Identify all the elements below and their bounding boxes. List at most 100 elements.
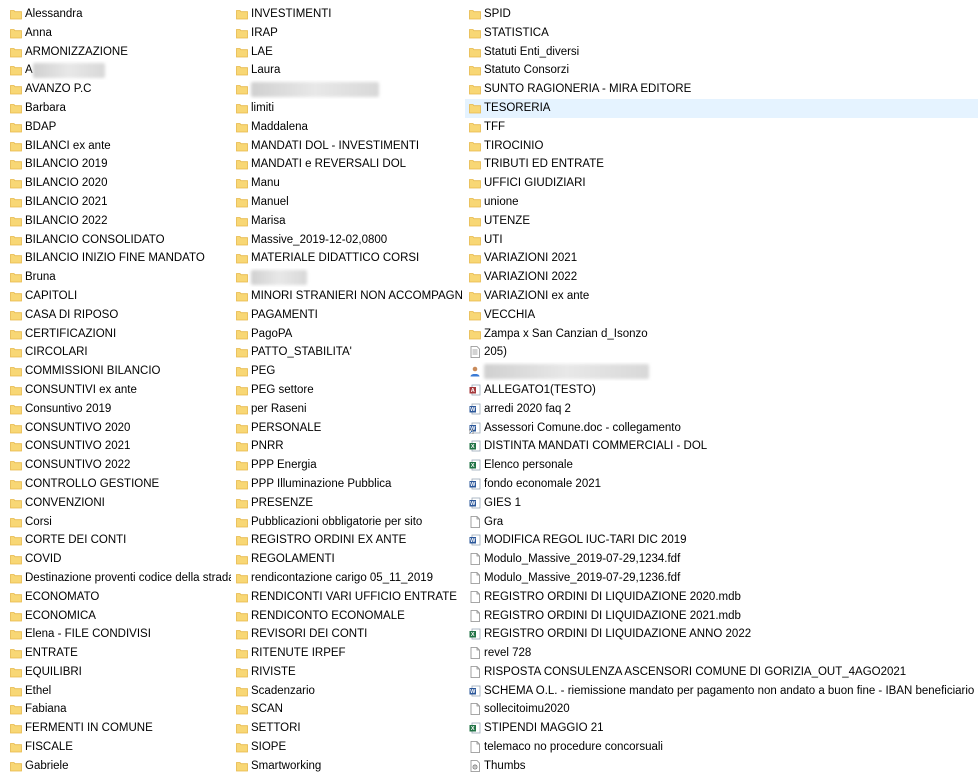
folder-item-consuntivi-ex-ante[interactable]: CONSUNTIVI ex ante xyxy=(6,381,231,400)
file-item-redacted[interactable] xyxy=(465,362,978,381)
folder-item-patto-stabilita[interactable]: PATTO_STABILITA' xyxy=(232,343,462,362)
folder-item-anna[interactable]: Anna xyxy=(6,24,231,43)
folder-item-regolamenti[interactable]: REGOLAMENTI xyxy=(232,550,462,569)
folder-item-rendiconto-economale[interactable]: RENDICONTO ECONOMALE xyxy=(232,607,462,626)
folder-item-fermenti-in-comune[interactable]: FERMENTI IN COMUNE xyxy=(6,719,231,738)
folder-item-massive-2019-12-02-0800[interactable]: Massive_2019-12-02,0800 xyxy=(232,231,462,250)
file-item-gra[interactable]: Gra xyxy=(465,513,978,532)
folder-item-bruna[interactable]: Bruna xyxy=(6,268,231,287)
folder-item-peg[interactable]: PEG xyxy=(232,362,462,381)
folder-item-controllo-gestione[interactable]: CONTROLLO GESTIONE xyxy=(6,475,231,494)
folder-item-redacted[interactable] xyxy=(232,80,462,99)
file-item-modulo-massive-2019-07-29-1236-fdf[interactable]: Modulo_Massive_2019-07-29,1236.fdf xyxy=(465,569,978,588)
folder-item-personale[interactable]: PERSONALE xyxy=(232,419,462,438)
folder-item-utenze[interactable]: UTENZE xyxy=(465,212,978,231)
folder-item-covid[interactable]: COVID xyxy=(6,550,231,569)
file-item-telemaco-no-procedure-concorsuali[interactable]: telemaco no procedure concorsuali xyxy=(465,738,978,757)
file-item-registro-ordini-di-liquidazione-2020-mdb[interactable]: REGISTRO ORDINI DI LIQUIDAZIONE 2020.mdb xyxy=(465,588,978,607)
folder-item-bilancio-2020[interactable]: BILANCIO 2020 xyxy=(6,174,231,193)
folder-item-zampa-x-san-canzian-d-isonzo[interactable]: Zampa x San Canzian d_Isonzo xyxy=(465,325,978,344)
folder-item-variazioni-ex-ante[interactable]: VARIAZIONI ex ante xyxy=(465,287,978,306)
folder-item-tirocinio[interactable]: TIROCINIO xyxy=(465,137,978,156)
folder-item-statuti-enti-diversi[interactable]: Statuti Enti_diversi xyxy=(465,43,978,62)
folder-item-investimenti[interactable]: INVESTIMENTI xyxy=(232,5,462,24)
folder-item-sunto-ragioneria-mira-editore[interactable]: SUNTO RAGIONERIA - MIRA EDITORE xyxy=(465,80,978,99)
folder-item-variazioni-2022[interactable]: VARIAZIONI 2022 xyxy=(465,268,978,287)
folder-item-limiti[interactable]: limiti xyxy=(232,99,462,118)
folder-item-armonizzazione[interactable]: ARMONIZZAZIONE xyxy=(6,43,231,62)
folder-item-gabriele[interactable]: Gabriele xyxy=(6,757,231,776)
folder-item-consuntivo-2019[interactable]: Consuntivo 2019 xyxy=(6,400,231,419)
folder-item-fabiana[interactable]: Fabiana xyxy=(6,700,231,719)
folder-item-mandati-e-reversali-dol[interactable]: MANDATI e REVERSALI DOL xyxy=(232,155,462,174)
file-item-registro-ordini-di-liquidazione-anno-202[interactable]: X REGISTRO ORDINI DI LIQUIDAZIONE ANNO 20… xyxy=(465,625,978,644)
folder-item-redacted[interactable] xyxy=(232,268,462,287)
file-item-thumbs[interactable]: Thumbs xyxy=(465,757,978,776)
folder-item-convenzioni[interactable]: CONVENZIONI xyxy=(6,494,231,513)
file-item-elenco-personale[interactable]: X Elenco personale xyxy=(465,456,978,475)
folder-item-peg-settore[interactable]: PEG settore xyxy=(232,381,462,400)
folder-item-pagamenti[interactable]: PAGAMENTI xyxy=(232,306,462,325)
folder-item-ppp-illuminazione-pubblica[interactable]: PPP Illuminazione Pubblica xyxy=(232,475,462,494)
folder-item-pagopa[interactable]: PagoPA xyxy=(232,325,462,344)
folder-item-irap[interactable]: IRAP xyxy=(232,24,462,43)
folder-item-minori-stranieri-non-accompagnati[interactable]: MINORI STRANIERI NON ACCOMPAGNATI xyxy=(232,287,462,306)
folder-item-statistica[interactable]: STATISTICA xyxy=(465,24,978,43)
folder-item-consuntivo-2022[interactable]: CONSUNTIVO 2022 xyxy=(6,456,231,475)
folder-item-a[interactable]: A xyxy=(6,61,231,80)
folder-item-manu[interactable]: Manu xyxy=(232,174,462,193)
file-item-revel-728[interactable]: revel 728 xyxy=(465,644,978,663)
file-item-205[interactable]: 205) xyxy=(465,343,978,362)
folder-item-materiale-didattico-corsi[interactable]: MATERIALE DIDATTICO CORSI xyxy=(232,249,462,268)
folder-item-bilancio-inizio-fine-mandato[interactable]: BILANCIO INIZIO FINE MANDATO xyxy=(6,249,231,268)
folder-item-maddalena[interactable]: Maddalena xyxy=(232,118,462,137)
folder-item-casa-di-riposo[interactable]: CASA DI RIPOSO xyxy=(6,306,231,325)
folder-item-tff[interactable]: TFF xyxy=(465,118,978,137)
file-item-gies-1[interactable]: W GIES 1 xyxy=(465,494,978,513)
file-item-modulo-massive-2019-07-29-1234-fdf[interactable]: Modulo_Massive_2019-07-29,1234.fdf xyxy=(465,550,978,569)
folder-item-avanzo-p-c[interactable]: AVANZO P.C xyxy=(6,80,231,99)
folder-item-registro-ordini-ex-ante[interactable]: REGISTRO ORDINI EX ANTE xyxy=(232,531,462,550)
folder-item-scadenzario[interactable]: Scadenzario xyxy=(232,682,462,701)
folder-item-economica[interactable]: ECONOMICA xyxy=(6,607,231,626)
folder-item-mandati-dol-investimenti[interactable]: MANDATI DOL - INVESTIMENTI xyxy=(232,137,462,156)
folder-item-unione[interactable]: unione xyxy=(465,193,978,212)
folder-item-uffici-giudiziari[interactable]: UFFICI GIUDIZIARI xyxy=(465,174,978,193)
folder-item-rendicontazione-carigo-05-11-2019[interactable]: rendicontazione carigo 05_11_2019 xyxy=(232,569,462,588)
folder-item-lae[interactable]: LAE xyxy=(232,43,462,62)
folder-item-ethel[interactable]: Ethel xyxy=(6,682,231,701)
folder-item-alessandra[interactable]: Alessandra xyxy=(6,5,231,24)
folder-item-settori[interactable]: SETTORI xyxy=(232,719,462,738)
folder-item-corte-dei-conti[interactable]: CORTE DEI CONTI xyxy=(6,531,231,550)
folder-item-barbara[interactable]: Barbara xyxy=(6,99,231,118)
folder-item-bilancio-2021[interactable]: BILANCIO 2021 xyxy=(6,193,231,212)
folder-item-tributi-ed-entrate[interactable]: TRIBUTI ED ENTRATE xyxy=(465,155,978,174)
file-item-stipendi-maggio-21[interactable]: X STIPENDI MAGGIO 21 xyxy=(465,719,978,738)
folder-item-commissioni-bilancio[interactable]: COMMISSIONI BILANCIO xyxy=(6,362,231,381)
folder-item-bdap[interactable]: BDAP xyxy=(6,118,231,137)
folder-item-destinazione-proventi-codice-della-strad[interactable]: Destinazione proventi codice della strad… xyxy=(6,569,231,588)
folder-item-marisa[interactable]: Marisa xyxy=(232,212,462,231)
file-item-schema-o-l-riemissione-mandato-per-pagam[interactable]: W SCHEMA O.L. - riemissione mandato per p… xyxy=(465,682,978,701)
folder-item-elena-file-condivisi[interactable]: Elena - FILE CONDIVISI xyxy=(6,625,231,644)
folder-item-siope[interactable]: SIOPE xyxy=(232,738,462,757)
folder-item-smartworking[interactable]: Smartworking xyxy=(232,757,462,776)
folder-item-corsi[interactable]: Corsi xyxy=(6,513,231,532)
folder-item-certificazioni[interactable]: CERTIFICAZIONI xyxy=(6,325,231,344)
folder-item-bilancio-2019[interactable]: BILANCIO 2019 xyxy=(6,155,231,174)
folder-item-equilibri[interactable]: EQUILIBRI xyxy=(6,663,231,682)
file-item-modifica-regol-iuc-tari-dic-2019[interactable]: W MODIFICA REGOL IUC-TARI DIC 2019 xyxy=(465,531,978,550)
folder-item-manuel[interactable]: Manuel xyxy=(232,193,462,212)
folder-item-bilancio-consolidato[interactable]: BILANCIO CONSOLIDATO xyxy=(6,231,231,250)
file-item-sollecitoimu2020[interactable]: sollecitoimu2020 xyxy=(465,700,978,719)
folder-item-variazioni-2021[interactable]: VARIAZIONI 2021 xyxy=(465,249,978,268)
folder-item-ritenute-irpef[interactable]: RITENUTE IRPEF xyxy=(232,644,462,663)
folder-item-rendiconti-vari-ufficio-entrate[interactable]: RENDICONTI VARI UFFICIO ENTRATE xyxy=(232,588,462,607)
folder-item-scan[interactable]: SCAN xyxy=(232,700,462,719)
folder-item-vecchia[interactable]: VECCHIA xyxy=(465,306,978,325)
file-item-allegato1-testo[interactable]: A ALLEGATO1(TESTO) xyxy=(465,381,978,400)
file-item-distinta-mandati-commerciali-dol[interactable]: X DISTINTA MANDATI COMMERCIALI - DOL xyxy=(465,437,978,456)
folder-item-circolari[interactable]: CIRCOLARI xyxy=(6,343,231,362)
file-item-arredi-2020-faq-2[interactable]: Warredi 2020 faq 2 xyxy=(465,400,978,419)
folder-item-presenze[interactable]: PRESENZE xyxy=(232,494,462,513)
